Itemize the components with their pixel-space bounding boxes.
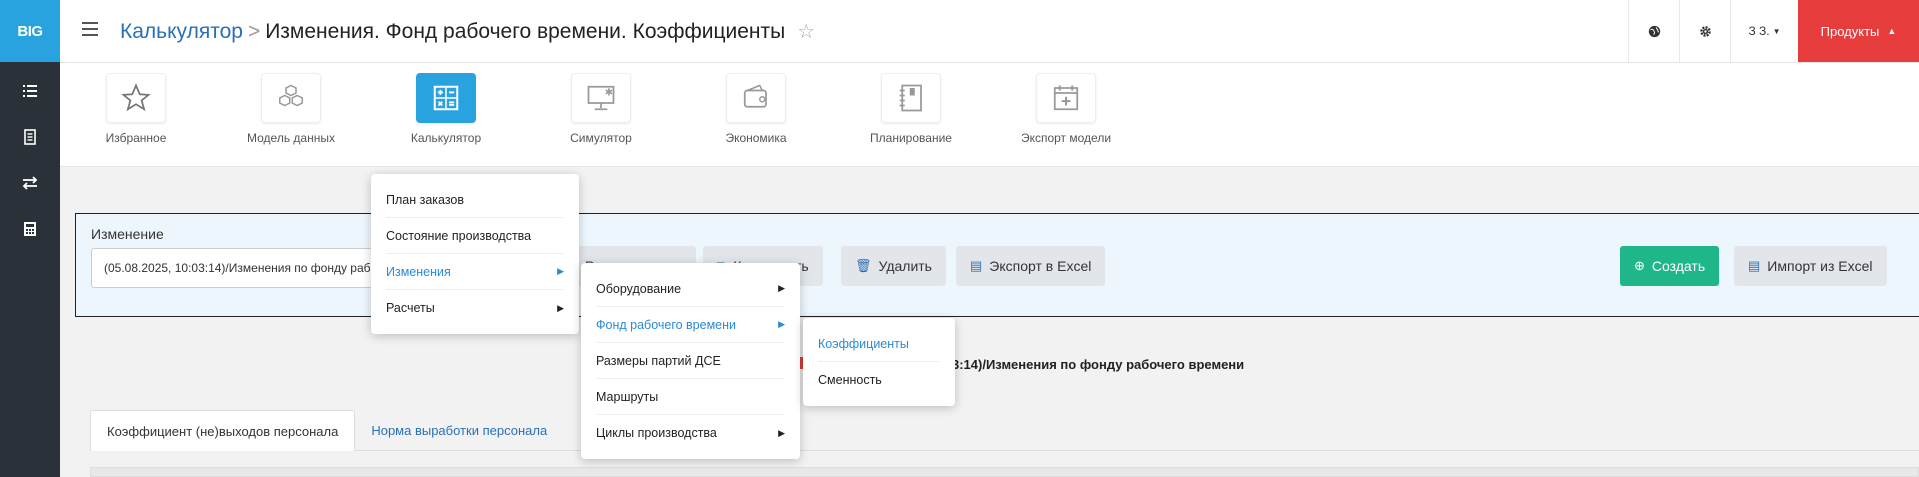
module-export-model[interactable]: Экспорт модели bbox=[1001, 73, 1131, 145]
sidebar: BIG bbox=[0, 0, 60, 477]
module-data-model[interactable]: Модель данных bbox=[226, 73, 356, 145]
menu-item-batch-sizes[interactable]: Размеры партий ДСЕ bbox=[596, 343, 785, 379]
module-toolbar: Избранное Модель данных Калькулятор ✱ Си… bbox=[60, 63, 1919, 167]
page-title: Изменения. Фонд рабочего времени. Коэффи… bbox=[265, 20, 786, 43]
notebook-icon bbox=[881, 73, 941, 123]
caret-up-icon: ▲ bbox=[1887, 26, 1897, 36]
module-label: Избранное bbox=[105, 131, 167, 145]
products-button[interactable]: Продукты ▲ bbox=[1798, 0, 1919, 62]
menu-item-changes[interactable]: Изменения ▶ bbox=[386, 254, 564, 290]
module-label: Модель данных bbox=[247, 131, 335, 145]
user-menu[interactable]: З З. ▼ bbox=[1730, 0, 1798, 62]
menu-item-label: Маршруты bbox=[596, 389, 659, 404]
caret-right-icon: ▶ bbox=[557, 302, 564, 313]
change-label: Изменение bbox=[91, 226, 164, 242]
menu-item-order-plan[interactable]: План заказов bbox=[386, 182, 564, 218]
header-right: З З. ▼ Продукты ▲ bbox=[1628, 0, 1919, 62]
menu-item-production-cycles[interactable]: Циклы производства ▶ bbox=[596, 415, 785, 451]
menu-item-label: Фонд рабочего времени bbox=[596, 317, 737, 332]
export-excel-button[interactable]: ▤ Экспорт в Excel bbox=[956, 246, 1106, 286]
import-label: Импорт из Excel bbox=[1767, 258, 1873, 274]
svg-text:✱: ✱ bbox=[605, 88, 613, 99]
menu-item-label: Состояние производства bbox=[386, 228, 532, 243]
export-label: Экспорт в Excel bbox=[989, 258, 1092, 274]
module-label: Экономика bbox=[725, 131, 787, 145]
menu-item-equipment[interactable]: Оборудование ▶ bbox=[596, 271, 785, 307]
delete-label: Удалить bbox=[878, 258, 932, 274]
menu-item-work-time-fund[interactable]: Фонд рабочего времени ▶ bbox=[596, 307, 785, 343]
favorite-star-icon[interactable]: ☆ bbox=[797, 21, 815, 43]
excel-file-icon: ▤ bbox=[1748, 258, 1761, 273]
caret-right-icon: ▶ bbox=[557, 266, 564, 276]
menu-item-label: Сменность bbox=[818, 373, 882, 387]
menu-item-shifts[interactable]: Сменность bbox=[818, 362, 940, 398]
tab-absence-coefficient[interactable]: Коэффициент (не)выходов персонала bbox=[90, 410, 356, 451]
list-icon[interactable] bbox=[0, 68, 60, 114]
app-logo[interactable]: BIG bbox=[0, 0, 60, 62]
excel-file-icon: ▤ bbox=[970, 258, 983, 273]
breadcrumb-separator: > bbox=[247, 20, 261, 43]
module-label: Симулятор bbox=[570, 131, 632, 145]
wallet-icon bbox=[726, 73, 786, 123]
caret-right-icon: ▶ bbox=[778, 427, 785, 438]
caret-right-icon: ▶ bbox=[778, 319, 785, 329]
calculator-menu: План заказов Состояние производства Изме… bbox=[371, 174, 579, 334]
gear-icon[interactable] bbox=[1679, 0, 1730, 62]
menu-item-production-state[interactable]: Состояние производства bbox=[386, 218, 564, 254]
calculator-icon[interactable] bbox=[0, 206, 60, 252]
change-select[interactable]: (05.08.2025, 10:03:14)/Изменения по фонд… bbox=[91, 248, 391, 288]
create-label: Создать bbox=[1651, 258, 1706, 274]
module-calculator[interactable]: Калькулятор bbox=[381, 73, 511, 145]
module-planning[interactable]: Планирование bbox=[846, 73, 976, 145]
menu-item-label: Оборудование bbox=[596, 281, 682, 296]
import-excel-button[interactable]: ▤ Импорт из Excel bbox=[1734, 246, 1887, 286]
module-label: Калькулятор bbox=[410, 131, 482, 145]
module-simulator[interactable]: ✱ Симулятор bbox=[536, 73, 666, 145]
menu-item-label: План заказов bbox=[386, 192, 465, 207]
menu-item-label: Расчеты bbox=[386, 301, 435, 315]
caret-down-icon: ▼ bbox=[1772, 26, 1781, 36]
module-label: Планирование bbox=[870, 131, 952, 145]
star-icon bbox=[106, 73, 166, 123]
globe-icon[interactable] bbox=[1628, 0, 1679, 62]
menu-item-label: Коэффициенты bbox=[818, 336, 909, 351]
monitor-icon: ✱ bbox=[571, 73, 631, 123]
cubes-icon bbox=[261, 73, 321, 123]
info-text: 3:14)/Изменения по фонду рабочего времен… bbox=[952, 357, 1245, 372]
menu-item-label: Циклы производства bbox=[596, 426, 717, 440]
menu-toggle-icon[interactable] bbox=[82, 22, 98, 36]
module-economy[interactable]: Экономика bbox=[691, 73, 821, 145]
caret-right-icon: ▶ bbox=[778, 283, 785, 293]
products-label: Продукты bbox=[1820, 23, 1880, 39]
menu-item-label: Размеры партий ДСЕ bbox=[596, 353, 721, 368]
ledger-icon[interactable] bbox=[0, 114, 60, 160]
change-panel: Изменение (05.08.2025, 10:03:14)/Изменен… bbox=[75, 213, 1919, 317]
tabs: Коэффициент (не)выходов персонала Норма … bbox=[90, 410, 563, 451]
menu-item-label: Изменения bbox=[386, 264, 451, 279]
trash-icon: 🗑 bbox=[855, 258, 872, 273]
delete-button[interactable]: 🗑 Удалить bbox=[841, 246, 946, 286]
breadcrumb-link[interactable]: Калькулятор bbox=[120, 20, 243, 43]
breadcrumb: Калькулятор > Изменения. Фонд рабочего вре… bbox=[120, 19, 815, 44]
changes-submenu: Оборудование ▶ Фонд рабочего времени ▶ Раз… bbox=[581, 263, 800, 459]
user-name: З З. bbox=[1748, 24, 1770, 38]
module-favorites[interactable]: Избранное bbox=[71, 73, 201, 145]
menu-item-calculations[interactable]: Расчеты ▶ bbox=[386, 290, 564, 326]
plus-circle-icon: ⊕ bbox=[1634, 258, 1645, 273]
calculator-icon bbox=[416, 73, 476, 123]
work-time-submenu: Коэффициенты Сменность bbox=[803, 318, 955, 406]
module-label: Экспорт модели bbox=[1020, 131, 1112, 145]
calendar-plus-icon bbox=[1036, 73, 1096, 123]
menu-item-routes[interactable]: Маршруты bbox=[596, 379, 785, 415]
create-button[interactable]: ⊕ Создать bbox=[1620, 246, 1720, 286]
menu-item-coefficients[interactable]: Коэффициенты bbox=[818, 326, 940, 362]
tab-content bbox=[90, 467, 1919, 477]
top-header: Калькулятор > Изменения. Фонд рабочего вре… bbox=[60, 0, 1919, 63]
exchange-icon[interactable] bbox=[0, 160, 60, 206]
tab-production-norm[interactable]: Норма выработки персонала bbox=[355, 410, 563, 451]
